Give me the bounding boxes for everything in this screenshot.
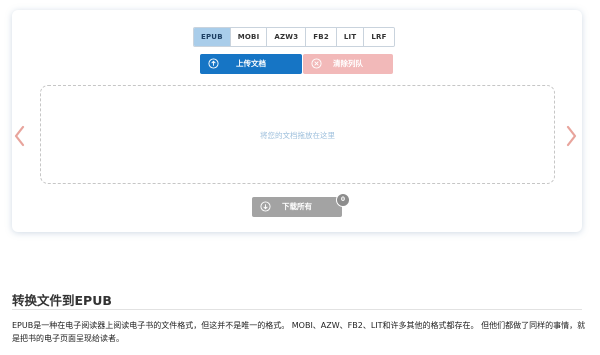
section-divider — [12, 309, 582, 310]
tab-lrf[interactable]: LRF — [364, 28, 394, 46]
upload-button-label: 上传文档 — [236, 59, 266, 68]
tab-lit[interactable]: LIT — [336, 28, 365, 46]
upload-button[interactable]: 上传文档 — [200, 54, 302, 74]
format-tabs: EPUB MOBI AZW3 FB2 LIT LRF — [193, 27, 395, 47]
drop-zone-text: 将您的文档拖放在这里 — [260, 131, 335, 140]
clear-queue-label: 清除列队 — [333, 59, 363, 68]
download-all-button[interactable]: 下载所有 — [252, 197, 342, 217]
tab-mobi[interactable]: MOBI — [230, 28, 268, 46]
tab-fb2[interactable]: FB2 — [306, 28, 337, 46]
drop-zone[interactable]: 将您的文档拖放在这里 — [40, 85, 555, 184]
file-count-badge: 0 — [336, 193, 350, 207]
chevron-right-icon[interactable] — [563, 124, 579, 148]
section-description: EPUB是一种在电子阅读器上阅读电子书的文件格式，但这并不是唯一的格式。 MOB… — [12, 321, 586, 343]
tab-epub[interactable]: EPUB — [194, 28, 231, 46]
section-title: 转换文件到EPUB — [12, 293, 112, 308]
chevron-left-icon[interactable] — [12, 124, 28, 148]
converter-panel: EPUB MOBI AZW3 FB2 LIT LRF 上传文档 清除列队 将您的… — [12, 10, 582, 232]
tab-azw3[interactable]: AZW3 — [267, 28, 307, 46]
clear-queue-button[interactable]: 清除列队 — [303, 54, 393, 74]
download-all-label: 下载所有 — [282, 202, 312, 211]
